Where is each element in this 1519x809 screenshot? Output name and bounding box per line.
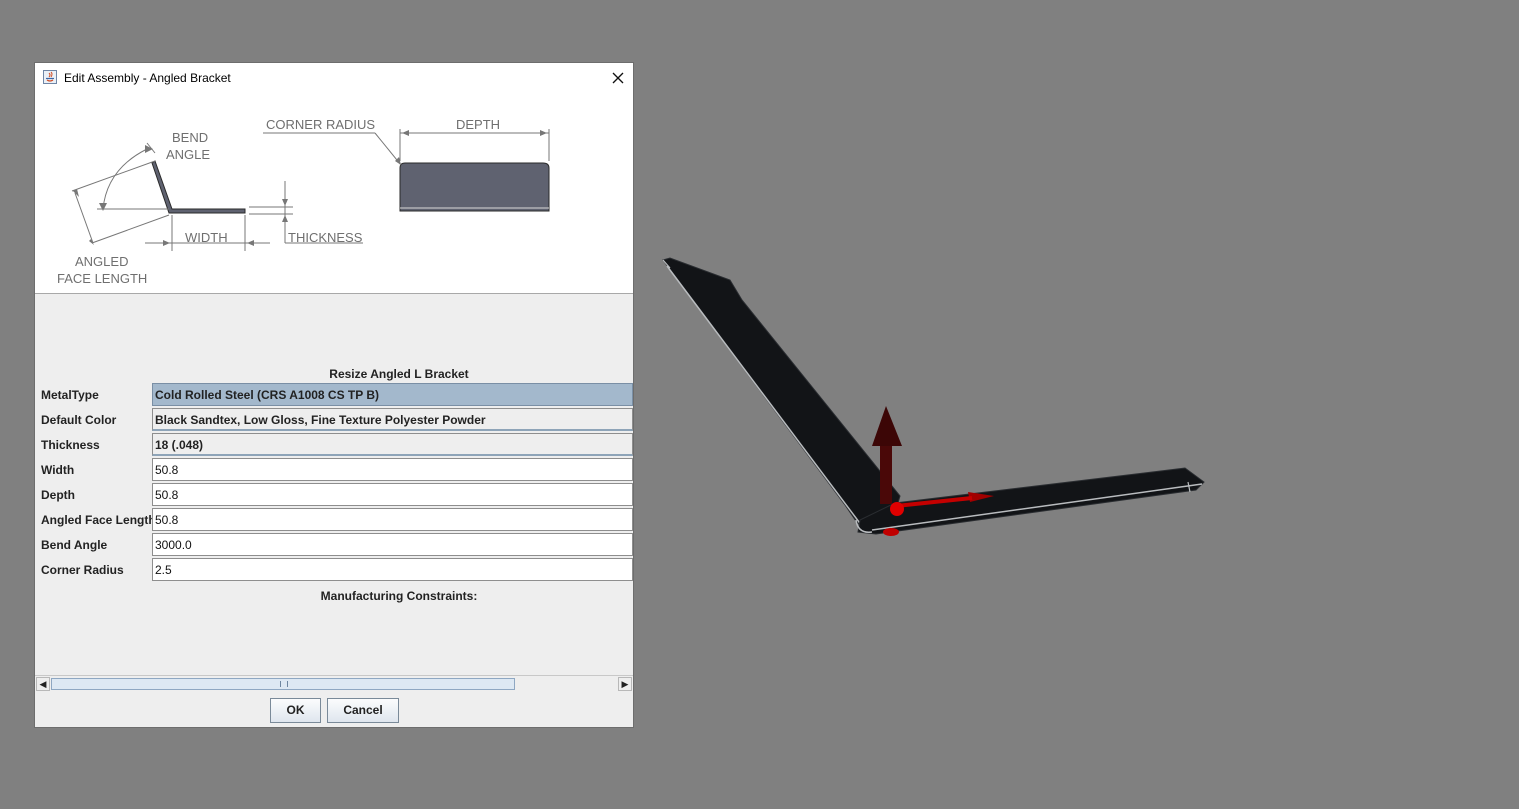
depth-input[interactable]: 50.8 <box>152 483 633 506</box>
gizmo-up-arrow-icon <box>872 406 902 446</box>
label-angle: ANGLE <box>166 147 210 162</box>
profile-depth-face <box>399 162 550 212</box>
metal-type-combo[interactable]: Cold Rolled Steel (CRS A1008 CS TP B) <box>152 383 633 406</box>
label-angled: ANGLED <box>75 254 128 269</box>
java-app-icon <box>43 70 57 84</box>
angled-face-length-input[interactable]: 50.8 <box>152 508 633 531</box>
profile-angled-face <box>151 160 246 214</box>
label-face-length: FACE LENGTH <box>57 271 147 286</box>
resize-form-panel: Resize Angled L Bracket MetalType Cold R… <box>35 293 633 675</box>
row-default-color: Default Color Black Sandtex, Low Gloss, … <box>35 408 633 432</box>
thickness-label: Thickness <box>41 438 100 452</box>
metal-type-label: MetalType <box>41 388 99 402</box>
bend-angle-arc <box>102 148 148 210</box>
bend-angle-arrowhead <box>99 203 107 211</box>
bracket-angled-face <box>662 257 901 525</box>
gizmo-arrow-shaft <box>880 440 892 504</box>
row-angled-face-length: Angled Face Length 50.8 <box>35 508 633 532</box>
default-color-label: Default Color <box>41 413 117 427</box>
bracket-dimension-figure: BEND ANGLE CORNER RADIUS DEPTH WIDTH THI… <box>35 93 633 293</box>
dialog-title: Edit Assembly - Angled Bracket <box>64 71 231 85</box>
corner-radius-input[interactable]: 2.5 <box>152 558 633 581</box>
scrollbar-thumb[interactable] <box>51 678 515 690</box>
horizontal-scrollbar[interactable]: ◀ ▶ <box>35 675 633 692</box>
dialog-footer: OK Cancel <box>35 692 633 727</box>
ok-button[interactable]: OK <box>270 698 321 723</box>
depth-label: Depth <box>41 488 75 502</box>
row-thickness: Thickness 18 (.048) <box>35 433 633 457</box>
bracket-angled-edge <box>666 265 863 527</box>
corner-radius-label: Corner Radius <box>41 563 124 577</box>
label-corner-radius: CORNER RADIUS <box>266 117 375 132</box>
edit-assembly-dialog: Edit Assembly - Angled Bracket BEND ANGL… <box>34 62 634 728</box>
width-input[interactable]: 50.8 <box>152 458 633 481</box>
scroll-right-icon[interactable]: ▶ <box>618 677 632 691</box>
width-label: Width <box>41 463 75 477</box>
cancel-button[interactable]: Cancel <box>327 698 399 723</box>
resize-heading: Resize Angled L Bracket <box>329 367 469 381</box>
row-bend-angle: Bend Angle 3000.0 <box>35 533 633 557</box>
thickness-combo[interactable]: 18 (.048) <box>152 433 633 456</box>
scrollbar-grip-icon <box>280 681 288 687</box>
scroll-left-icon[interactable]: ◀ <box>36 677 50 691</box>
angled-face-length-label: Angled Face Length <box>41 513 156 527</box>
dialog-titlebar[interactable]: Edit Assembly - Angled Bracket <box>35 63 633 93</box>
label-thickness: THICKNESS <box>288 230 363 245</box>
bend-angle-label: Bend Angle <box>41 538 108 552</box>
close-icon[interactable] <box>607 67 629 89</box>
label-width: WIDTH <box>185 230 228 245</box>
manufacturing-constraints-heading: Manufacturing Constraints: <box>320 589 478 603</box>
gizmo-center <box>890 502 904 516</box>
default-color-combo[interactable]: Black Sandtex, Low Gloss, Fine Texture P… <box>152 408 633 431</box>
gizmo-red-marker <box>883 528 899 536</box>
row-corner-radius: Corner Radius 2.5 <box>35 558 633 582</box>
label-bend: BEND <box>172 130 208 145</box>
row-metal-type: MetalType Cold Rolled Steel (CRS A1008 C… <box>35 383 633 407</box>
row-width: Width 50.8 <box>35 458 633 482</box>
label-depth: DEPTH <box>456 117 500 132</box>
row-depth: Depth 50.8 <box>35 483 633 507</box>
bend-angle-input[interactable]: 3000.0 <box>152 533 633 556</box>
